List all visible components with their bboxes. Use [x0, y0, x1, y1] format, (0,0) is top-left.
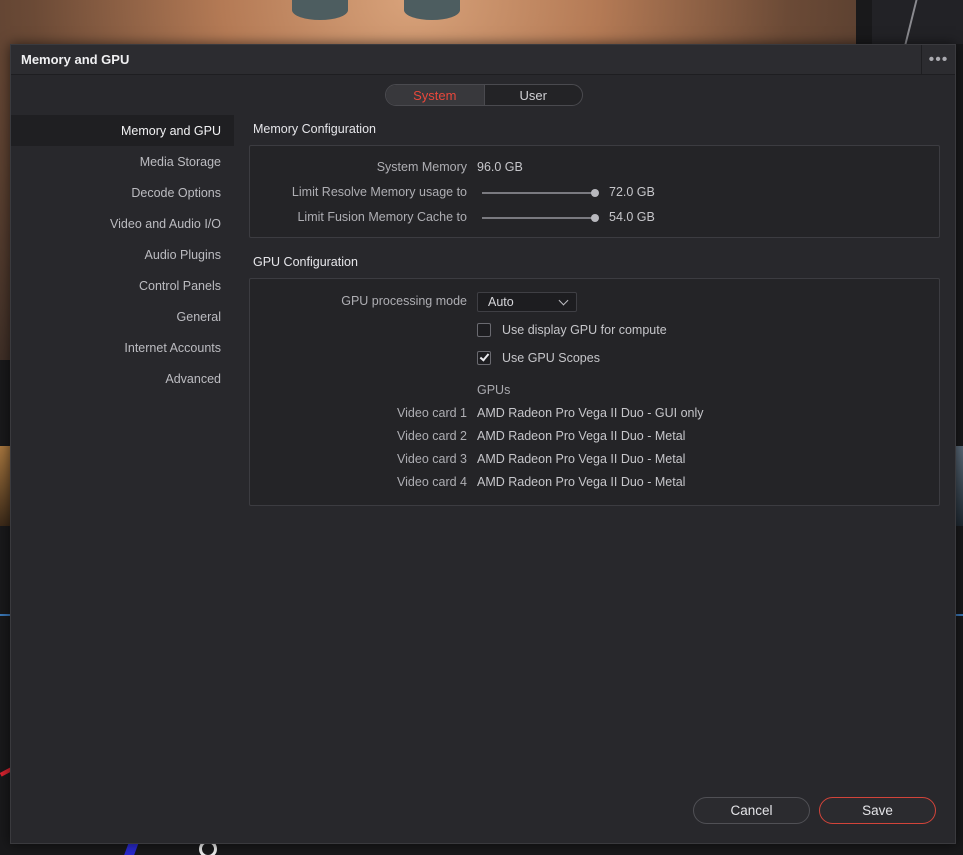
fusion-memory-row: Limit Fusion Memory Cache to 54.0 GB — [250, 208, 939, 228]
resolve-memory-slider[interactable] — [482, 189, 599, 197]
viewer-eye-left — [292, 0, 348, 20]
fusion-memory-slider[interactable] — [482, 214, 599, 222]
cancel-button[interactable]: Cancel — [693, 797, 810, 824]
gpu-config-title: GPU Configuration — [253, 255, 358, 269]
display-gpu-checkbox[interactable] — [477, 323, 491, 337]
resolve-memory-fill — [482, 192, 595, 194]
gpu-card-value: AMD Radeon Pro Vega II Duo - Metal — [477, 452, 686, 466]
dialog-title: Memory and GPU — [21, 52, 130, 67]
memory-config-panel: System Memory 96.0 GB Limit Resolve Memo… — [249, 145, 940, 238]
gpu-card-row: Video card 1 AMD Radeon Pro Vega II Duo … — [250, 404, 939, 424]
gpu-card-label: Video card 1 — [397, 406, 467, 420]
fusion-memory-label: Limit Fusion Memory Cache to — [297, 210, 467, 224]
sidebar-item-general[interactable]: General — [11, 301, 234, 332]
sidebar-item-video-audio-io[interactable]: Video and Audio I/O — [11, 208, 234, 239]
gpu-card-label: Video card 2 — [397, 429, 467, 443]
sidebar-item-advanced[interactable]: Advanced — [11, 363, 234, 394]
fusion-memory-handle[interactable] — [591, 214, 599, 222]
timeline-line-left — [0, 614, 10, 616]
sidebar-item-internet-accounts[interactable]: Internet Accounts — [11, 332, 234, 363]
gpu-mode-label: GPU processing mode — [341, 294, 467, 308]
display-gpu-label: Use display GPU for compute — [502, 323, 667, 337]
gpu-scopes-option[interactable]: Use GPU Scopes — [477, 349, 600, 367]
preferences-dialog: Memory and GPU ••• System User Memory an… — [10, 44, 956, 844]
system-memory-row: System Memory 96.0 GB — [250, 158, 939, 178]
tab-user[interactable]: User — [485, 85, 583, 105]
gpu-card-row: Video card 2 AMD Radeon Pro Vega II Duo … — [250, 427, 939, 447]
curves-panel — [872, 0, 963, 44]
preferences-sidebar: Memory and GPU Media Storage Decode Opti… — [11, 115, 234, 394]
gpu-card-value: AMD Radeon Pro Vega II Duo - Metal — [477, 429, 686, 443]
resolve-memory-label: Limit Resolve Memory usage to — [291, 185, 467, 199]
gpu-card-label: Video card 4 — [397, 475, 467, 489]
scope-trace-blue — [123, 844, 139, 855]
resolve-memory-handle[interactable] — [591, 189, 599, 197]
fusion-memory-fill — [482, 217, 595, 219]
clip-thumbnail-right — [955, 446, 963, 526]
sidebar-item-control-panels[interactable]: Control Panels — [11, 270, 234, 301]
gpu-card-row: Video card 3 AMD Radeon Pro Vega II Duo … — [250, 450, 939, 470]
system-memory-value: 96.0 GB — [477, 160, 523, 174]
chevron-down-icon — [558, 295, 569, 306]
gpu-card-row: Video card 4 AMD Radeon Pro Vega II Duo … — [250, 473, 939, 493]
sidebar-item-audio-plugins[interactable]: Audio Plugins — [11, 239, 234, 270]
sidebar-item-decode-options[interactable]: Decode Options — [11, 177, 234, 208]
sidebar-item-memory-and-gpu[interactable]: Memory and GPU — [11, 115, 234, 146]
system-memory-label: System Memory — [376, 160, 467, 174]
fusion-memory-value: 54.0 GB — [609, 210, 655, 224]
sidebar-item-media-storage[interactable]: Media Storage — [11, 146, 234, 177]
gpu-mode-row: GPU processing mode Auto — [250, 292, 939, 312]
gpu-mode-value: Auto — [488, 295, 514, 309]
gpu-card-value: AMD Radeon Pro Vega II Duo - Metal — [477, 475, 686, 489]
more-options-button[interactable]: ••• — [921, 45, 955, 75]
resolve-memory-row: Limit Resolve Memory usage to 72.0 GB — [250, 183, 939, 203]
gpu-card-label: Video card 3 — [397, 452, 467, 466]
gpu-config-panel: GPU processing mode Auto Use display GPU… — [249, 278, 940, 506]
gpus-heading: GPUs — [477, 383, 511, 397]
viewer-eye-right — [404, 0, 460, 20]
more-horizontal-icon: ••• — [928, 51, 949, 68]
gpu-mode-dropdown[interactable]: Auto — [477, 292, 577, 312]
gpu-scopes-label: Use GPU Scopes — [502, 351, 600, 365]
dialog-titlebar: Memory and GPU ••• — [11, 45, 955, 75]
memory-config-title: Memory Configuration — [253, 122, 376, 136]
save-button[interactable]: Save — [819, 797, 936, 824]
checkmark-icon — [479, 351, 490, 362]
gpu-card-value: AMD Radeon Pro Vega II Duo - GUI only — [477, 406, 704, 420]
clip-thumbnail-left — [0, 446, 10, 526]
gpu-scopes-checkbox[interactable] — [477, 351, 491, 365]
resolve-memory-value: 72.0 GB — [609, 185, 655, 199]
display-gpu-option[interactable]: Use display GPU for compute — [477, 321, 667, 339]
system-user-toggle: System User — [385, 84, 583, 106]
tab-system[interactable]: System — [386, 85, 484, 105]
